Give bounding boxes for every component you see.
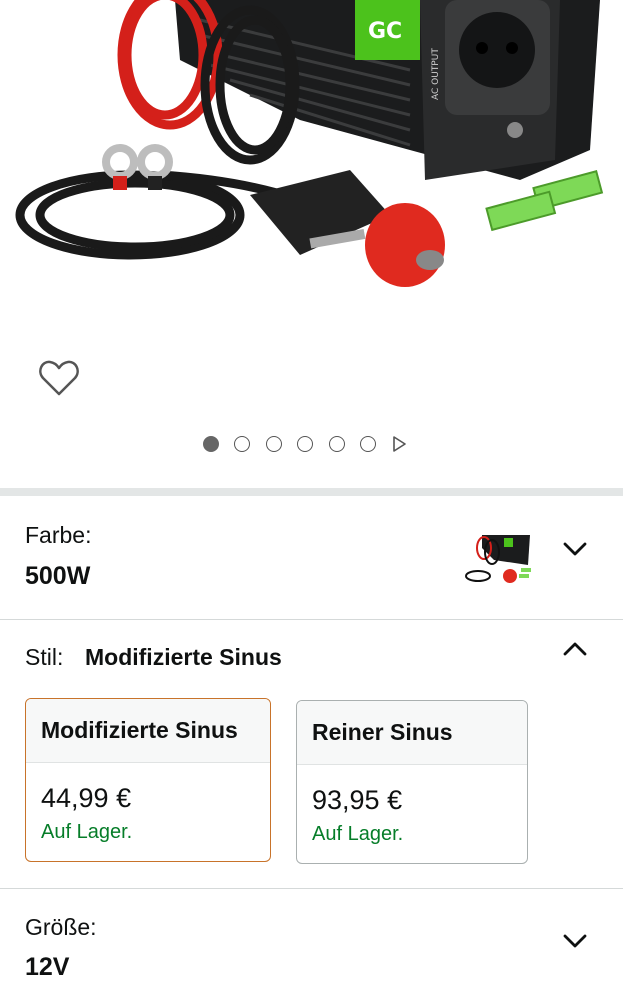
chevron-up-icon[interactable]: [562, 640, 588, 658]
color-label: Farbe:: [25, 522, 92, 548]
style-option-availability: Auf Lager.: [41, 821, 133, 843]
divider: [0, 888, 623, 889]
divider: [0, 619, 623, 620]
style-option-availability: Auf Lager.: [312, 823, 404, 845]
style-value: Modifizierte Sinus: [85, 644, 282, 670]
section-divider: [0, 488, 623, 496]
product-thumbnail[interactable]: [464, 530, 536, 590]
carousel-dot[interactable]: [328, 436, 345, 452]
carousel-dot[interactable]: [297, 436, 314, 452]
product-image-gallery[interactable]: GC AC OUTPUT: [0, 0, 623, 490]
chevron-down-icon[interactable]: [562, 932, 588, 950]
style-option-reiner-sinus[interactable]: Reiner Sinus 93,95 € Auf Lager.: [296, 700, 528, 864]
style-option-name: Reiner Sinus: [297, 701, 527, 765]
carousel-dot[interactable]: [359, 436, 376, 452]
image-carousel-dots: [203, 436, 407, 452]
play-triangle-icon[interactable]: [391, 436, 407, 452]
chevron-down-icon[interactable]: [562, 540, 588, 558]
heart-outline-icon[interactable]: [38, 358, 80, 398]
product-image: GC AC OUTPUT: [15, 0, 604, 287]
size-value: 12V: [25, 953, 70, 981]
size-label: Größe:: [25, 914, 97, 940]
carousel-dot[interactable]: [265, 436, 282, 452]
brand-mark-text: GC: [368, 19, 402, 44]
style-option-modifizierte-sinus[interactable]: Modifizierte Sinus 44,99 € Auf Lager.: [25, 698, 271, 862]
style-label: Stil:: [25, 644, 64, 670]
style-option-name: Modifizierte Sinus: [26, 699, 270, 763]
style-option-price: 44,99 €: [41, 783, 132, 813]
color-value: 500W: [25, 562, 91, 590]
carousel-dot[interactable]: [234, 436, 251, 452]
style-option-price: 93,95 €: [312, 785, 403, 815]
output-label-text: AC OUTPUT: [431, 48, 441, 100]
carousel-dot[interactable]: [203, 436, 219, 452]
